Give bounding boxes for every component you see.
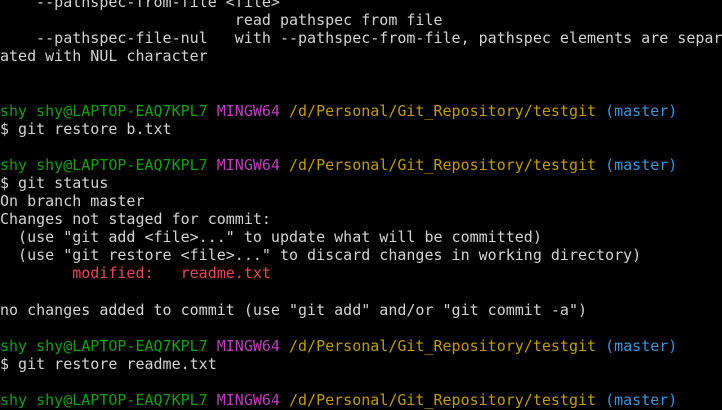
terminal-line: read pathspec from file (0, 11, 722, 29)
prompt-user-host: shy shy@LAPTOP-EAQ7KPL7 (0, 336, 217, 355)
terminal-line: shy shy@LAPTOP-EAQ7KPL7 MINGW64 /d/Perso… (0, 337, 722, 355)
terminal-line: $ git status (0, 174, 722, 192)
output-text: --pathspec-from-file <file> (0, 0, 280, 11)
modified-file-entry: modified: readme.txt (0, 264, 271, 283)
prompt-msystem: MINGW64 (216, 336, 289, 355)
output-text: Changes not staged for commit: (0, 210, 271, 229)
output-text: read pathspec from file (0, 11, 443, 30)
prompt-user-host: shy shy@LAPTOP-EAQ7KPL7 (0, 101, 217, 120)
output-text: $ git restore readme.txt (0, 354, 217, 373)
prompt-path: /d/Personal/Git_Repository/testgit (289, 155, 606, 174)
terminal-line: Changes not staged for commit: (0, 210, 722, 228)
terminal-line: modified: readme.txt (0, 264, 722, 282)
prompt-msystem: MINGW64 (216, 101, 289, 120)
prompt-path: /d/Personal/Git_Repository/testgit (289, 101, 606, 120)
terminal-line: $ git restore b.txt (0, 120, 722, 138)
output-text: $ git restore b.txt (0, 119, 172, 138)
terminal-line: --pathspec-from-file <file> (0, 0, 722, 11)
terminal-line: shy shy@LAPTOP-EAQ7KPL7 MINGW64 /d/Perso… (0, 391, 722, 409)
terminal-line: (use "git restore <file>..." to discard … (0, 246, 722, 264)
output-text: no changes added to commit (use "git add… (0, 300, 587, 319)
terminal-line: no changes added to commit (use "git add… (0, 301, 722, 319)
prompt-path: /d/Personal/Git_Repository/testgit (289, 391, 606, 410)
prompt-branch: (master) (605, 336, 678, 355)
prompt-branch: (master) (605, 391, 678, 410)
terminal-output[interactable]: --pathspec-from-file <file> read pathspe… (0, 0, 722, 410)
prompt-branch: (master) (605, 101, 678, 120)
terminal-line: shy shy@LAPTOP-EAQ7KPL7 MINGW64 /d/Perso… (0, 156, 722, 174)
prompt-msystem: MINGW64 (216, 391, 289, 410)
prompt-msystem: MINGW64 (216, 155, 289, 174)
prompt-branch: (master) (605, 155, 678, 174)
terminal-line: --pathspec-file-nul with --pathspec-from… (0, 29, 722, 47)
prompt-user-host: shy shy@LAPTOP-EAQ7KPL7 (0, 391, 217, 410)
output-text: (use "git restore <file>..." to discard … (0, 246, 642, 265)
terminal-line: On branch master (0, 192, 722, 210)
terminal-line: ated with NUL character (0, 47, 722, 65)
terminal-line: shy shy@LAPTOP-EAQ7KPL7 MINGW64 /d/Perso… (0, 102, 722, 120)
output-text: On branch master (0, 192, 145, 211)
output-text: $ git status (0, 173, 109, 192)
output-text: (use "git add <file>..." to update what … (0, 228, 542, 247)
terminal-line: $ git restore readme.txt (0, 355, 722, 373)
terminal-line: (use "git add <file>..." to update what … (0, 228, 722, 246)
output-text: --pathspec-file-nul with --pathspec-from… (0, 29, 722, 48)
prompt-user-host: shy shy@LAPTOP-EAQ7KPL7 (0, 155, 217, 174)
prompt-path: /d/Personal/Git_Repository/testgit (289, 336, 606, 355)
output-text: ated with NUL character (0, 47, 208, 66)
